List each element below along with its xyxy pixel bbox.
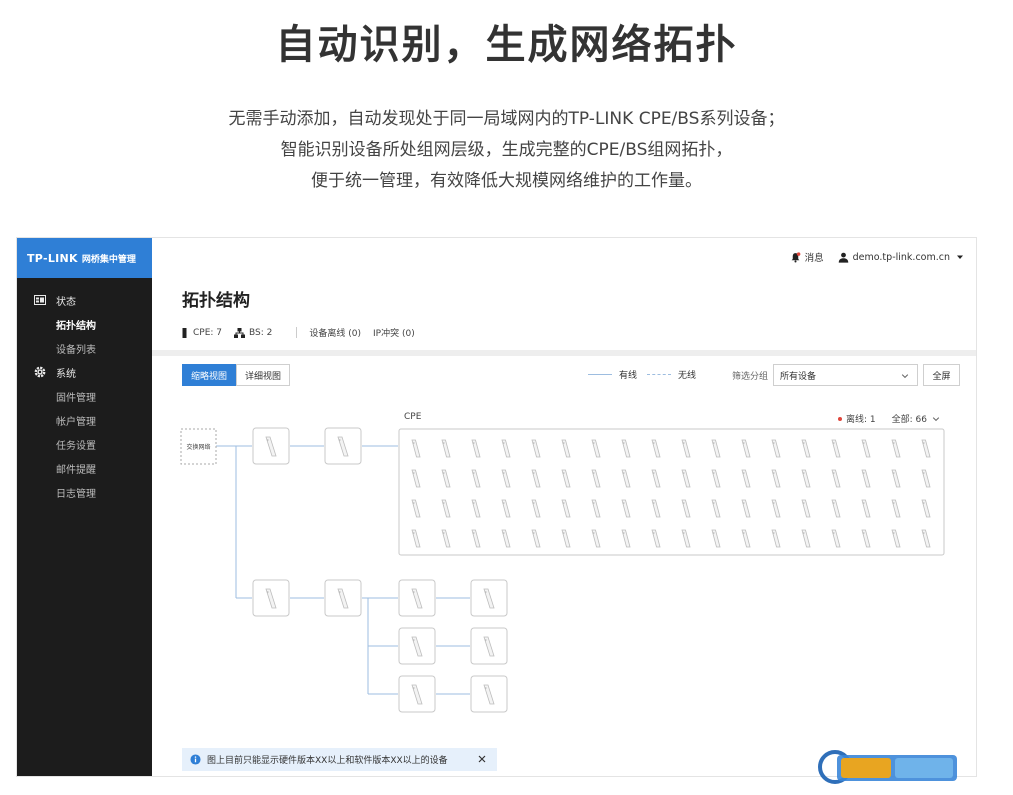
sidebar-item-accounts[interactable]: 帐户管理 (17, 408, 152, 432)
wired-line-swatch (588, 374, 612, 375)
stat-ip-conflict-text: IP冲突 (0) (373, 329, 415, 339)
gear-icon (34, 366, 46, 378)
sidebar-item-label: 帐户管理 (56, 416, 96, 428)
cpe-group-box[interactable] (398, 428, 945, 556)
user-icon (838, 252, 848, 263)
info-icon (190, 754, 201, 765)
brand-logo: TP-LINK (27, 251, 78, 265)
cpe-node-c1[interactable] (398, 675, 436, 713)
stat-bs: BS: 2 (234, 327, 273, 338)
sidebar-item-logs[interactable]: 日志管理 (17, 480, 152, 504)
brand-header[interactable]: TP-LINK 网桥集中管理 (17, 238, 152, 278)
sidebar-item-label: 系统 (56, 368, 76, 380)
stats-bar: CPE: 7 BS: 2 设备离线 (0) IP冲突 (0) (182, 326, 415, 339)
link-legend: 有线 无线 (588, 368, 706, 381)
cpe-node-c2[interactable] (470, 675, 508, 713)
cpe-node-b1[interactable] (398, 627, 436, 665)
sidebar-item-mail-alerts[interactable]: 邮件提醒 (17, 456, 152, 480)
sidebar-nav: 状态 拓扑结构 设备列表 系统 固件管理 帐户管理 任务设置 邮件提醒 日志管理 (17, 278, 152, 504)
brief-view-button[interactable]: 缩略视图 (182, 364, 237, 386)
hero-line-3: 便于统一管理，有效降低大规模网络维护的工作量。 (311, 171, 702, 191)
main-content: 消息 demo.tp-link.com.cn 拓扑结构 CPE: 7 BS: 2… (152, 238, 976, 776)
topology-canvas: 交换网络 (180, 427, 945, 713)
notice-banner: 图上目前只能显示硬件版本XX以上和软件版本XX以上的设备 (182, 748, 497, 771)
sidebar-item-tasks[interactable]: 任务设置 (17, 432, 152, 456)
stat-offline[interactable]: 设备离线 (0) (309, 326, 361, 339)
site-watermark-logo (818, 750, 957, 784)
bs-node-4[interactable] (324, 579, 362, 617)
notice-text: 图上目前只能显示硬件版本XX以上和软件版本XX以上的设备 (207, 756, 448, 766)
switch-network-label: 交换网络 (186, 443, 210, 451)
messages-button[interactable]: 消息 (790, 250, 824, 264)
sidebar-item-topology[interactable]: 拓扑结构 (17, 312, 152, 336)
view-toggle: 缩略视图 详细视图 (182, 364, 291, 386)
stat-offline-text: 设备离线 (0) (309, 329, 362, 339)
sidebar-item-firmware[interactable]: 固件管理 (17, 384, 152, 408)
hero-title: 自动识别，生成网络拓扑 (275, 22, 738, 68)
sidebar-item-label: 拓扑结构 (56, 320, 96, 332)
cpe-node-b2[interactable] (470, 627, 508, 665)
sidebar-item-device-list[interactable]: 设备列表 (17, 336, 152, 360)
dashboard-icon (34, 295, 46, 305)
bs-node-2[interactable] (324, 427, 362, 465)
filter-group-value: 所有设备 (780, 371, 817, 382)
fullscreen-button[interactable]: 全屏 (923, 364, 960, 386)
bs-node-1[interactable] (252, 427, 290, 465)
sidebar-item-label: 日志管理 (56, 488, 96, 500)
legend-wireless: 无线 (647, 368, 696, 381)
cpe-node-a1[interactable] (398, 579, 436, 617)
chevron-down-icon (901, 374, 909, 379)
topbar: 消息 demo.tp-link.com.cn (790, 250, 964, 264)
user-name: demo.tp-link.com.cn (852, 251, 950, 263)
section-divider (152, 350, 976, 356)
stat-ip-conflict[interactable]: IP冲突 (0) (373, 326, 415, 339)
close-icon[interactable] (477, 754, 487, 764)
hero-line-2: 智能识别设备所处组网层级，生成完整的CPE/BS组网拓扑， (280, 140, 733, 160)
cpe-node-a2[interactable] (470, 579, 508, 617)
filter-group-label: 筛选分组 (732, 372, 769, 382)
bs-node-3[interactable] (252, 579, 290, 617)
legend-wired: 有线 (588, 368, 637, 381)
hero-line-1: 无需手动添加，自动发现处于同一局域网内的TP-LINK CPE/BS系列设备； (228, 109, 785, 129)
stat-cpe: CPE: 7 (182, 327, 223, 338)
hero-description: 无需手动添加，自动发现处于同一局域网内的TP-LINK CPE/BS系列设备； … (0, 104, 1013, 197)
sidebar-item-label: 状态 (56, 296, 76, 308)
caret-down-icon (957, 255, 963, 259)
wireless-line-swatch (647, 374, 672, 375)
messages-label: 消息 (804, 253, 824, 264)
app-window: TP-LINK 网桥集中管理 状态 拓扑结构 设备列表 系统 固件管理 帐户管理… (16, 237, 977, 777)
sidebar: TP-LINK 网桥集中管理 状态 拓扑结构 设备列表 系统 固件管理 帐户管理… (17, 238, 152, 776)
brand-product-name: 网桥集中管理 (81, 254, 136, 265)
page-title: 拓扑结构 (182, 291, 250, 311)
switch-network-node[interactable]: 交换网络 (180, 428, 217, 465)
sidebar-group-system[interactable]: 系统 (17, 360, 152, 384)
legend-wireless-label: 无线 (678, 371, 697, 381)
stat-cpe-text: CPE: 7 (193, 327, 223, 338)
detail-view-button[interactable]: 详细视图 (236, 364, 291, 386)
sidebar-item-label: 设备列表 (56, 344, 96, 356)
sidebar-item-label: 任务设置 (56, 440, 96, 452)
user-menu[interactable]: demo.tp-link.com.cn (838, 252, 964, 263)
stat-bs-text: BS: 2 (249, 327, 273, 338)
legend-wired-label: 有线 (619, 371, 638, 381)
sidebar-item-label: 固件管理 (56, 392, 96, 404)
stats-separator (296, 327, 298, 338)
sidebar-item-label: 邮件提醒 (56, 464, 96, 476)
cpe-device-icon (182, 327, 187, 338)
bell-icon (791, 251, 800, 262)
filter-group-select[interactable]: 所有设备 (773, 364, 918, 386)
network-icon (234, 327, 246, 338)
sidebar-group-status[interactable]: 状态 (17, 288, 152, 312)
